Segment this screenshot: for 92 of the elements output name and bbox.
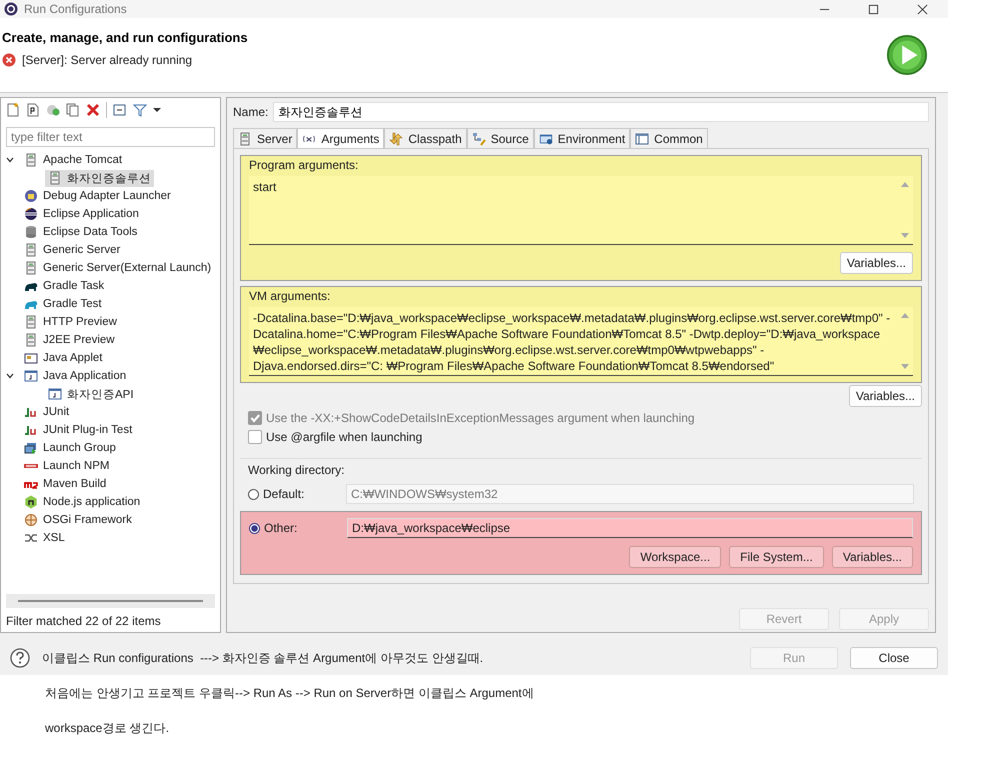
browse-button[interactable]: Variables...	[832, 546, 913, 568]
run-icon	[886, 34, 928, 76]
tree-item[interactable]: Gradle Task	[21, 278, 108, 294]
tab[interactable]: Server	[233, 128, 298, 148]
filter-status: Filter matched 22 of 22 items	[5, 613, 162, 630]
new-file-icon[interactable]	[6, 103, 20, 117]
tab[interactable]: Classpath	[384, 128, 467, 148]
horizontal-scrollbar[interactable]	[6, 594, 215, 608]
help-icon[interactable]	[10, 648, 30, 668]
tree-item[interactable]: XSL	[21, 530, 68, 546]
tree-item[interactable]: Generic Server(External Launch)	[21, 260, 214, 276]
radio-button[interactable]: Other:	[249, 521, 347, 535]
note-text: 처음에는 안생기고 프로젝트 우클릭--> Run As --> Run on Server하면 이클립스 Argument에	[45, 685, 535, 702]
applet-icon	[24, 351, 38, 365]
bug-icon	[24, 189, 38, 203]
name-field[interactable]: 화자인증솔루션	[273, 102, 929, 122]
tab[interactable]: Common	[630, 128, 708, 148]
tree-item[interactable]: Node.js application	[21, 494, 144, 510]
tree-item[interactable]: 화자인증API	[45, 386, 137, 402]
chevron-down-icon[interactable]	[5, 371, 15, 381]
server-icon	[48, 171, 62, 185]
variables-button[interactable]: Variables...	[848, 385, 922, 407]
check-icon	[249, 412, 261, 424]
eclipse-icon	[24, 207, 38, 221]
tree-item[interactable]: OSGi Framework	[21, 512, 135, 528]
duplicate-icon[interactable]	[66, 103, 80, 117]
export-icon[interactable]	[46, 103, 60, 117]
browse-button[interactable]: Workspace...	[629, 546, 722, 568]
directory-field[interactable]: D:₩java_workspace₩eclipse	[347, 518, 913, 538]
name-label: Name:	[233, 105, 268, 119]
hexagon-icon	[24, 495, 38, 509]
arrows-icon	[389, 132, 404, 146]
note-text: 이클립스 Run configurations ---> 화자인증 솔루션 Argument에 아무것도 안생길때.	[42, 650, 484, 666]
database-icon	[24, 225, 38, 239]
server-icon	[24, 261, 38, 275]
tree-item[interactable]: HTTP Preview	[21, 314, 120, 330]
filter-icon[interactable]	[133, 103, 147, 117]
directory-field[interactable]: C:₩WINDOWS₩system32	[346, 484, 914, 504]
junit-icon	[24, 423, 38, 437]
server-icon	[24, 243, 38, 257]
note-text: workspace경로 생긴다.	[45, 720, 170, 737]
dropdown-icon[interactable]	[153, 106, 161, 114]
server-icon	[24, 315, 38, 329]
tree-item[interactable]: Launch Group	[21, 440, 119, 456]
dialog-button[interactable]: Close	[850, 647, 938, 669]
tab[interactable]: Source	[466, 128, 534, 148]
tree-item[interactable]: 화자인증솔루션	[45, 170, 154, 186]
text-area[interactable]: start	[249, 176, 897, 244]
variables-button[interactable]: Variables...	[840, 252, 913, 274]
tab[interactable]: Environment	[534, 128, 630, 148]
monitor-icon	[538, 132, 553, 146]
filter-field[interactable]: type filter text	[6, 127, 215, 147]
server-icon	[24, 153, 38, 167]
checkbox[interactable]: Use @argfile when launching	[248, 430, 914, 444]
tree-item[interactable]: Debug Adapter Launcher	[21, 188, 174, 204]
window-icon	[24, 369, 38, 383]
launch-group-icon	[24, 441, 38, 455]
maximize-icon[interactable]	[868, 4, 879, 14]
group-label: Working directory:	[247, 463, 346, 477]
tree-item[interactable]: J2EE Preview	[21, 332, 118, 348]
source-tree-icon	[472, 132, 486, 146]
tree-item[interactable]: Java Applet	[21, 350, 106, 366]
delete-icon[interactable]	[86, 103, 100, 117]
crosshair-icon	[24, 513, 38, 527]
close-icon[interactable]	[917, 4, 928, 14]
error-message: [Server]: Server already running	[22, 52, 192, 66]
chevron-down-icon[interactable]	[5, 155, 15, 165]
dialog-title: Create, manage, and run configurations	[2, 30, 249, 44]
window-icon	[48, 387, 62, 401]
tab[interactable]: Arguments	[297, 128, 384, 148]
tree-item[interactable]: JUnit Plug-in Test	[21, 422, 136, 438]
collapse-all-icon[interactable]	[113, 103, 127, 117]
group-label: Program arguments:	[249, 158, 360, 172]
tree-item[interactable]: JUnit	[21, 404, 72, 420]
tree-item[interactable]: Generic Server	[21, 242, 124, 258]
group-label: VM arguments:	[249, 289, 332, 303]
tree-item[interactable]: Eclipse Application	[21, 206, 142, 222]
table-icon	[635, 132, 650, 146]
text-area[interactable]: -Dcatalina.base="D:₩java_workspace₩eclipse_workspace₩.metadata₩.plugins₩org.eclipse.wst.server.core₩tmp0" -Dcatalina.home="C:₩Program Files₩Apache Software Foundation₩Tomcat 8.5" -Dwtp.deploy="D:₩java_workspace ₩eclipse_workspace₩.metadata₩.plugins₩org.eclipse.wst.server.core₩tmp0₩wtpwebapps" -Djava.endorsed.dirs="C: ₩Program Files₩Apache Software Foundation₩Tomcat 8.5₩endorsed"	[249, 307, 897, 375]
tree-item[interactable]: Maven Build	[21, 476, 110, 492]
junit-icon	[24, 405, 38, 419]
tree-item[interactable]: Java Application	[21, 368, 130, 384]
window-title: Run Configurations	[24, 2, 127, 16]
browse-button[interactable]: File System...	[729, 546, 824, 568]
server-icon	[238, 132, 252, 146]
tree-item[interactable]: Gradle Test	[21, 296, 105, 312]
server-icon	[24, 333, 38, 347]
tree-item[interactable]: Apache Tomcat	[21, 152, 126, 168]
new-prototype-icon[interactable]	[26, 103, 40, 117]
tree-item[interactable]: Launch NPM	[21, 458, 112, 474]
radio-button[interactable]: Default:	[248, 487, 346, 501]
tree-item[interactable]: Eclipse Data Tools	[21, 224, 140, 240]
